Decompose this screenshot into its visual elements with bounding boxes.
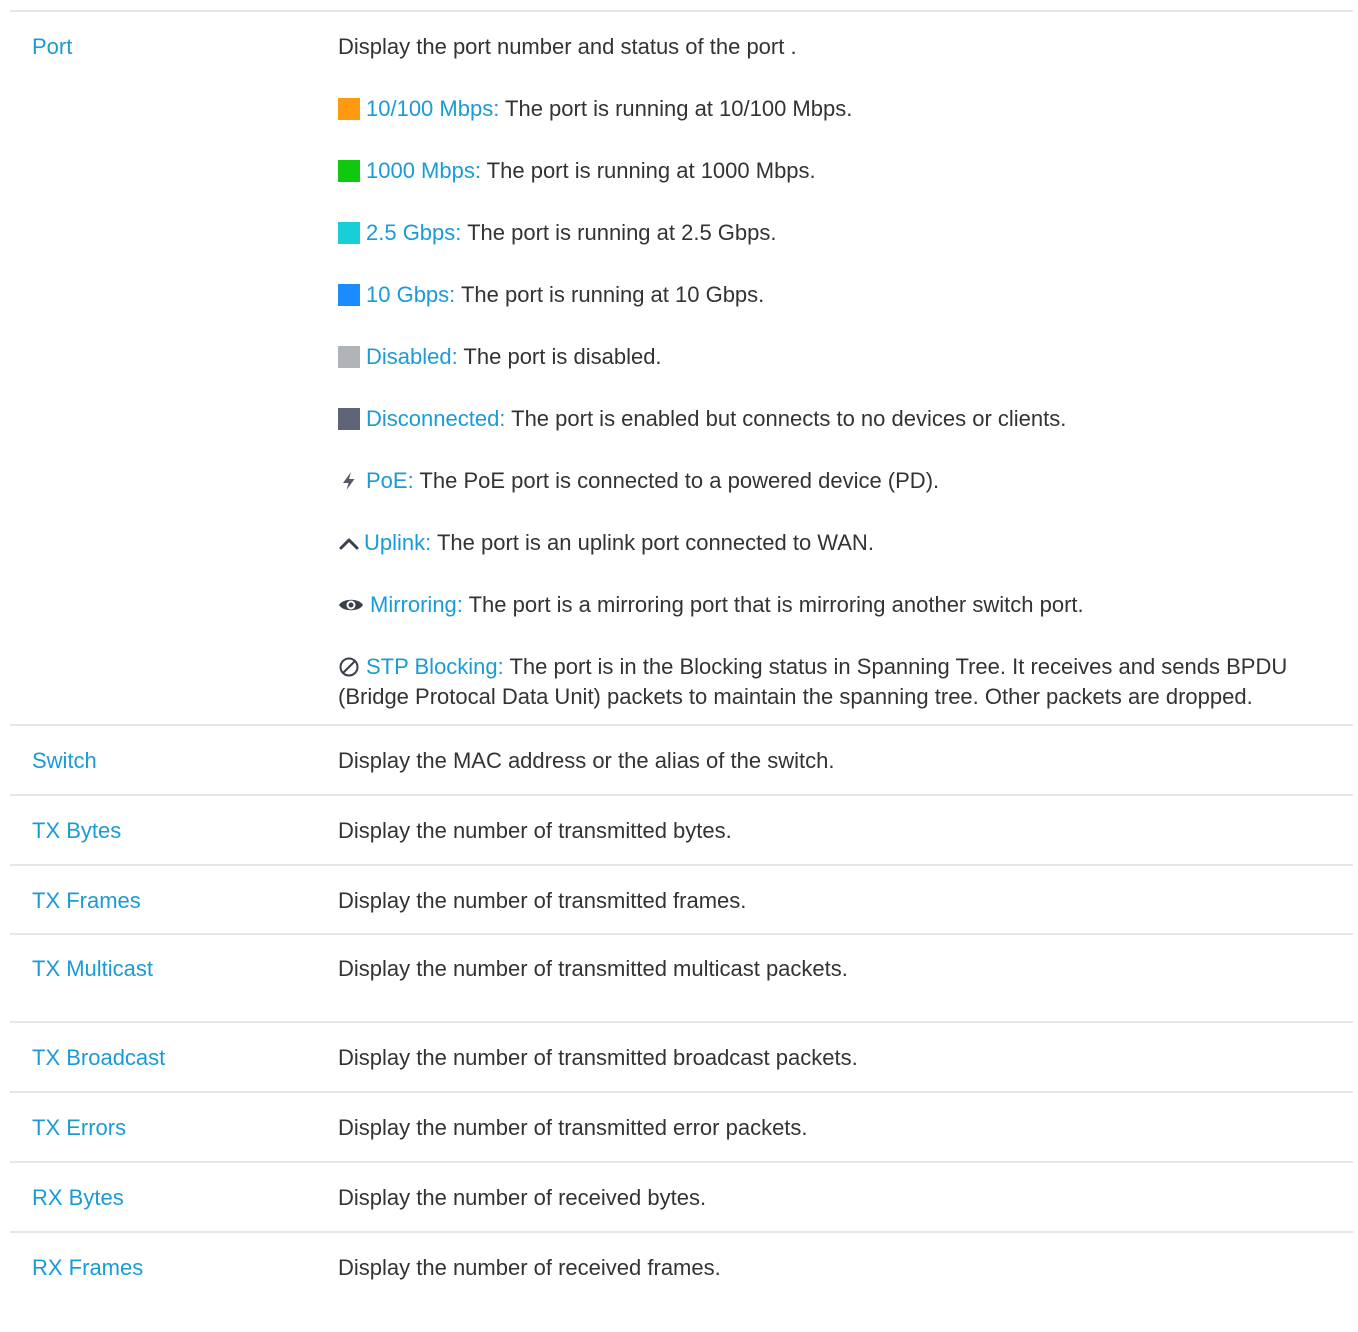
green-swatch — [338, 160, 360, 182]
orange-swatch — [338, 98, 360, 120]
legend-item-uplink: Uplink: The port is an uplink port conne… — [338, 528, 1343, 558]
legend-text: The port is enabled but connects to no d… — [505, 406, 1067, 431]
term-rx-frames: RX Frames — [32, 1255, 144, 1280]
description-tx-bytes: Display the number of transmitted bytes. — [338, 818, 732, 843]
legend-label: 10/100 Mbps: — [366, 96, 500, 121]
legend-item-1000: 1000 Mbps: The port is running at 1000 M… — [338, 156, 1343, 186]
legend-label: Disabled: — [366, 344, 458, 369]
legend-text: The port is disabled. — [457, 344, 662, 369]
legend-text: The port is an uplink port connected to … — [431, 530, 874, 555]
port-intro: Display the port number and status of th… — [338, 34, 797, 59]
table-row-rx-bytes: RX Bytes Display the number of received … — [10, 1163, 1353, 1233]
dark-gray-swatch — [338, 408, 360, 430]
term-tx-broadcast: TX Broadcast — [32, 1045, 166, 1070]
blue-swatch — [338, 284, 360, 306]
table-row-rx-frames: RX Frames Display the number of received… — [10, 1233, 1353, 1303]
table-row-tx-frames: TX Frames Display the number of transmit… — [10, 866, 1353, 935]
legend-text: The port is running at 10/100 Mbps. — [499, 96, 853, 121]
table-row-port: Port Display the port number and status … — [10, 12, 1353, 726]
legend-text: The port is running at 1000 Mbps. — [480, 158, 816, 183]
term-tx-frames: TX Frames — [32, 888, 141, 913]
legend-label: Uplink: — [364, 530, 432, 555]
table-row-tx-multicast: TX Multicast Display the number of trans… — [10, 935, 1353, 1023]
blocked-icon — [338, 656, 360, 678]
legend-label: Disconnected: — [366, 406, 506, 431]
description-tx-multicast: Display the number of transmitted multic… — [338, 956, 848, 981]
term-tx-multicast: TX Multicast — [32, 956, 154, 981]
term-switch: Switch — [32, 748, 97, 773]
table-row-tx-bytes: TX Bytes Display the number of transmitt… — [10, 796, 1353, 866]
term-port: Port — [32, 34, 73, 59]
legend-item-disconnected: Disconnected: The port is enabled but co… — [338, 404, 1343, 434]
chevron-up-icon — [338, 532, 360, 554]
legend-label: 10 Gbps: — [366, 282, 456, 307]
legend-item-disabled: Disabled: The port is disabled. — [338, 342, 1343, 372]
lightning-icon — [338, 470, 360, 492]
cyan-swatch — [338, 222, 360, 244]
port-status-table: Port Display the port number and status … — [10, 12, 1353, 1303]
legend-label: PoE: — [366, 468, 414, 493]
legend-label: STP Blocking: — [366, 654, 504, 679]
legend-text: The PoE port is connected to a powered d… — [413, 468, 940, 493]
table-row-switch: Switch Display the MAC address or the al… — [10, 726, 1353, 796]
legend-item-stp-blocking: STP Blocking: The port is in the Blockin… — [338, 652, 1343, 712]
description-port: Display the port number and status of th… — [338, 32, 1343, 712]
legend-item-10-100: 10/100 Mbps: The port is running at 10/1… — [338, 94, 1343, 124]
eye-icon — [338, 594, 364, 616]
term-rx-bytes: RX Bytes — [32, 1185, 124, 1210]
legend-label: 2.5 Gbps: — [366, 220, 462, 245]
legend-text: The port is running at 10 Gbps. — [455, 282, 765, 307]
table-row-tx-errors: TX Errors Display the number of transmit… — [10, 1093, 1353, 1163]
description-tx-errors: Display the number of transmitted error … — [338, 1115, 808, 1140]
term-tx-bytes: TX Bytes — [32, 818, 122, 843]
description-switch: Display the MAC address or the alias of … — [338, 748, 835, 773]
legend-text: The port is a mirroring port that is mir… — [462, 592, 1084, 617]
legend-item-poe: PoE: The PoE port is connected to a powe… — [338, 466, 1343, 496]
description-tx-frames: Display the number of transmitted frames… — [338, 888, 747, 913]
legend-label: 1000 Mbps: — [366, 158, 481, 183]
term-tx-errors: TX Errors — [32, 1115, 127, 1140]
table-row-tx-broadcast: TX Broadcast Display the number of trans… — [10, 1023, 1353, 1093]
gray-swatch — [338, 346, 360, 368]
description-tx-broadcast: Display the number of transmitted broadc… — [338, 1045, 858, 1070]
legend-item-10g: 10 Gbps: The port is running at 10 Gbps. — [338, 280, 1343, 310]
description-rx-bytes: Display the number of received bytes. — [338, 1185, 707, 1210]
legend-item-2-5g: 2.5 Gbps: The port is running at 2.5 Gbp… — [338, 218, 1343, 248]
legend-item-mirroring: Mirroring: The port is a mirroring port … — [338, 590, 1343, 620]
legend-label: Mirroring: — [370, 592, 463, 617]
description-rx-frames: Display the number of received frames. — [338, 1255, 721, 1280]
legend-text: The port is running at 2.5 Gbps. — [461, 220, 777, 245]
